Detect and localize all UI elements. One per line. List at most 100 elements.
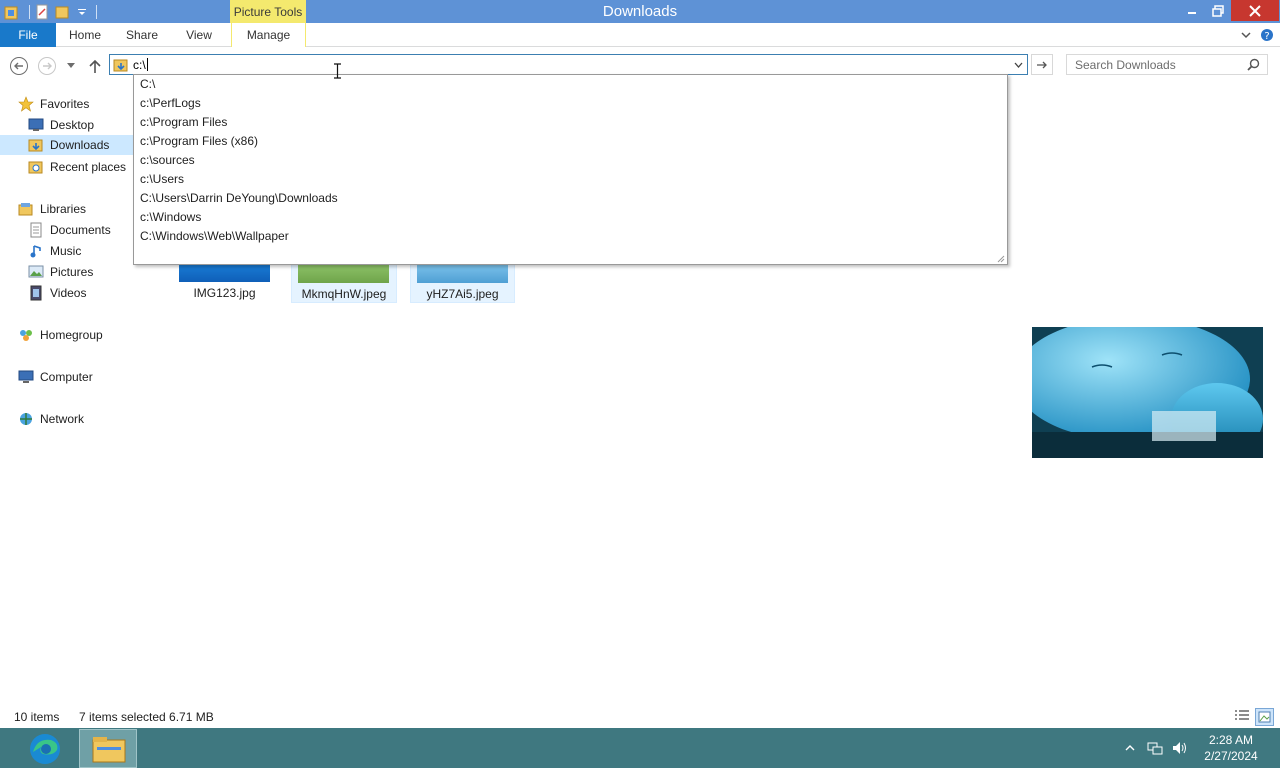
sidebar-item-downloads[interactable]: Downloads [0, 135, 133, 155]
taskbar: 2:28 AM 2/27/2024 [0, 728, 1280, 768]
folder-app-icon[interactable] [3, 4, 19, 20]
sidebar-item-recent-places[interactable]: Recent places [28, 157, 126, 177]
tab-share[interactable]: Share [115, 23, 169, 47]
desktop-icon [28, 117, 44, 133]
autocomplete-item[interactable]: c:\Users [140, 170, 184, 189]
clock-date: 2/27/2024 [1204, 749, 1258, 763]
autocomplete-item[interactable]: C:\Windows\Web\Wallpaper [140, 227, 289, 246]
close-button[interactable] [1231, 0, 1279, 21]
arrow-right-icon [1037, 61, 1047, 68]
preview-image [1032, 327, 1263, 458]
back-button[interactable] [8, 55, 30, 77]
downloads-folder-icon [28, 137, 44, 153]
separator [29, 4, 30, 19]
pictures-icon [28, 264, 44, 280]
clock-time: 2:28 AM [1208, 733, 1254, 747]
status-bar: 10 items 7 items selected 6.71 MB [0, 706, 1280, 728]
tab-file[interactable]: File [0, 23, 56, 47]
address-value: c:\ [133, 58, 146, 72]
file-name: MkmqHnW.jpeg [301, 287, 387, 301]
properties-icon[interactable] [34, 4, 50, 20]
sidebar-item-label: Music [50, 244, 82, 258]
volume-icon[interactable] [1171, 728, 1187, 768]
videos-icon [28, 285, 44, 301]
sidebar-item-documents[interactable]: Documents [28, 220, 111, 240]
recent-locations-button[interactable] [62, 55, 80, 77]
tab-manage[interactable]: Manage [231, 23, 306, 47]
sidebar-item-label: Downloads [50, 138, 110, 152]
sidebar-item-network[interactable]: Network [18, 409, 84, 429]
autocomplete-item[interactable]: c:\Windows [140, 208, 201, 227]
sidebar-item-desktop[interactable]: Desktop [28, 115, 94, 135]
file-item[interactable]: yHZ7Ai5.jpeg [410, 262, 515, 303]
sidebar-item-videos[interactable]: Videos [28, 283, 86, 303]
network-icon [18, 411, 34, 427]
autocomplete-item[interactable]: C:\Users\Darrin DeYoung\Downloads [140, 189, 338, 208]
help-icon[interactable]: ? [1258, 26, 1276, 44]
tab-view[interactable]: View [172, 23, 226, 47]
autocomplete-item[interactable]: C:\ [140, 75, 155, 94]
sidebar-item-label: Recent places [50, 160, 127, 174]
file-item[interactable]: MkmqHnW.jpeg [291, 262, 397, 303]
search-placeholder: Search Downloads [1075, 58, 1176, 72]
address-dropdown-button[interactable] [1010, 56, 1026, 73]
tab-home[interactable]: Home [58, 23, 112, 47]
resize-grip-icon[interactable] [995, 252, 1005, 263]
autocomplete-item[interactable]: c:\sources [140, 151, 195, 170]
image-thumbnail [179, 262, 270, 282]
autocomplete-item[interactable]: c:\Program Files (x86) [140, 132, 258, 151]
window-title: Downloads [602, 3, 678, 20]
system-clock[interactable]: 2:28 AM 2/27/2024 [1196, 732, 1266, 764]
autocomplete-item[interactable]: c:\Program Files [140, 113, 227, 132]
autocomplete-item[interactable]: c:\PerfLogs [140, 94, 201, 113]
go-button[interactable] [1031, 54, 1053, 75]
minimize-icon [1188, 11, 1196, 14]
search-box[interactable]: Search Downloads [1066, 54, 1268, 75]
libraries-icon [18, 201, 34, 217]
chevron-down-icon [67, 63, 75, 68]
sidebar-item-libraries[interactable]: Libraries [18, 199, 86, 219]
file-explorer-taskbar-button[interactable] [79, 729, 137, 768]
details-view-icon[interactable] [1234, 709, 1250, 725]
file-item[interactable]: IMG123.jpg [171, 262, 278, 303]
search-icon[interactable] [1247, 58, 1260, 74]
sidebar-item-favorites[interactable]: Favorites [18, 94, 89, 114]
image-thumbnail [417, 263, 508, 283]
image-thumbnail [298, 263, 389, 283]
expand-ribbon-icon[interactable] [1237, 26, 1255, 44]
sidebar-item-label: Desktop [50, 118, 95, 132]
address-bar[interactable]: c:\ [109, 54, 1028, 75]
sidebar-item-label: Computer [40, 370, 93, 384]
computer-icon [18, 369, 34, 385]
new-folder-icon[interactable] [54, 4, 70, 20]
file-explorer-icon [92, 737, 126, 763]
sidebar-item-label: Libraries [40, 202, 87, 216]
up-arrow-icon [89, 59, 101, 73]
up-button[interactable] [84, 55, 106, 77]
text-cursor-icon [333, 63, 342, 79]
customize-qat-icon[interactable] [74, 4, 90, 20]
network-tray-icon[interactable] [1146, 728, 1164, 768]
sidebar-item-music[interactable]: Music [28, 241, 81, 261]
documents-icon [28, 222, 44, 238]
show-hidden-icons-button[interactable] [1124, 728, 1136, 768]
edge-browser-icon[interactable] [27, 732, 63, 766]
sidebar-item-computer[interactable]: Computer [18, 367, 93, 387]
large-icons-view-icon[interactable] [1255, 708, 1274, 726]
sidebar-item-label: Videos [50, 286, 87, 300]
address-input[interactable]: c:\ [133, 58, 148, 72]
music-icon [28, 243, 44, 259]
sidebar-item-homegroup[interactable]: Homegroup [18, 325, 103, 345]
sidebar-item-label: Favorites [40, 97, 90, 111]
sidebar-item-pictures[interactable]: Pictures [28, 262, 93, 282]
quick-access-toolbar [0, 0, 97, 23]
sidebar-item-label: Pictures [50, 265, 94, 279]
back-arrow-icon [10, 57, 28, 75]
navigation-pane: Favorites Desktop Downloads Recent place… [0, 87, 154, 702]
address-autocomplete-list: C:\ c:\PerfLogs c:\Program Files c:\Prog… [133, 74, 1008, 265]
forward-button[interactable] [36, 55, 58, 77]
minimize-button[interactable] [1179, 0, 1205, 21]
restore-button[interactable] [1205, 0, 1231, 21]
picture-tools-tab-group: Picture Tools [230, 0, 306, 23]
item-count: 10 items [14, 710, 60, 724]
